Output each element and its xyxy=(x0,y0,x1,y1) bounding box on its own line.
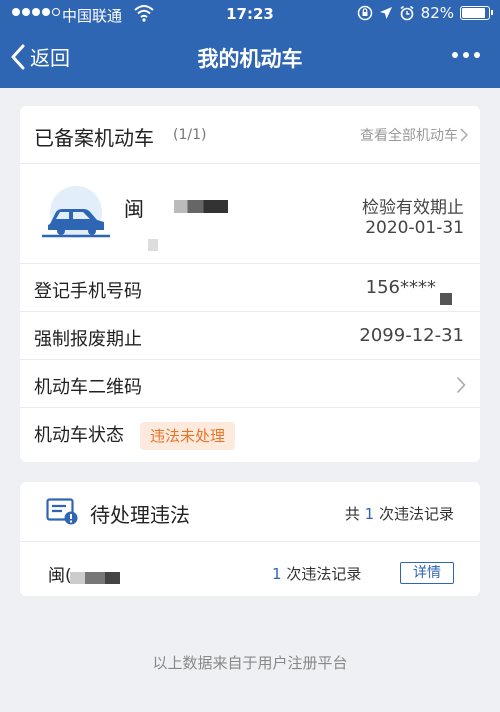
record-count: 1 次违法记录 xyxy=(272,565,362,583)
vehicle-status-label: 机动车状态 xyxy=(34,425,124,446)
back-label: 返回 xyxy=(30,46,70,70)
view-all-label: 查看全部机动车 xyxy=(360,128,458,144)
more-menu-button[interactable] xyxy=(452,52,480,58)
chevron-left-icon xyxy=(11,44,25,69)
battery-percent: 82% xyxy=(420,4,454,22)
phone-value: 156**** xyxy=(365,277,436,298)
redacted-plate-number xyxy=(174,200,228,213)
location-icon xyxy=(379,7,392,19)
qr-code-row[interactable]: 机动车二维码 xyxy=(20,360,480,408)
car-icon xyxy=(42,186,110,238)
vehicle-status-row: 机动车状态 违法未处理 xyxy=(20,408,480,456)
pending-violations-title: 待处理违法 xyxy=(90,503,190,527)
registered-vehicles-title: 已备案机动车 xyxy=(34,126,154,150)
detail-button[interactable]: 详情 xyxy=(400,562,454,584)
vehicle-summary[interactable]: 闽 检验有效期止 2020-01-31 xyxy=(20,164,480,264)
status-badge: 违法未处理 xyxy=(140,422,236,450)
rotation-lock-icon xyxy=(357,5,372,21)
scrap-date-value: 2099-12-31 xyxy=(359,325,464,346)
alarm-icon xyxy=(400,5,414,21)
scrap-date-row: 强制报废期止 2099-12-31 xyxy=(20,312,480,360)
data-source-note: 以上数据来自于用户注册平台 xyxy=(152,654,348,672)
status-bar: 中国联通 17:23 82% xyxy=(0,0,500,30)
scrap-date-label: 强制报废期止 xyxy=(34,329,142,350)
view-all-vehicles-link[interactable]: 查看全部机动车 xyxy=(360,125,468,145)
registered-vehicles-header: 已备案机动车 (1/1) 查看全部机动车 xyxy=(20,106,480,164)
redacted-record-plate xyxy=(70,572,120,584)
pending-violations-header: 待处理违法 共 1 次违法记录 xyxy=(20,482,480,542)
violation-record-row[interactable]: 闽( 1 次违法记录 详情 xyxy=(20,542,480,596)
vehicle-plate: 闽 xyxy=(124,197,144,221)
chevron-right-icon xyxy=(456,376,466,394)
back-button[interactable]: 返回 xyxy=(10,42,70,71)
app-header: 中国联通 17:23 82% 返回 我的机动车 xyxy=(0,0,500,88)
record-plate: 闽( xyxy=(48,566,72,586)
battery-icon xyxy=(460,6,493,20)
phone-label: 登记手机号码 xyxy=(34,281,142,302)
redacted-plate-fragment xyxy=(148,239,158,251)
inspection-label: 检验有效期止 xyxy=(362,198,464,218)
pending-violations-card: 待处理违法 共 1 次违法记录 闽( 1 次违法记录 详情 xyxy=(20,482,480,596)
inspection-date: 2020-01-31 xyxy=(365,218,464,238)
redacted-phone-digits xyxy=(440,293,452,305)
violation-total-count: 1 xyxy=(364,505,375,523)
registered-vehicles-card: 已备案机动车 (1/1) 查看全部机动车 闽 检验有效期止 2020-01-31… xyxy=(20,106,480,462)
violation-list-icon xyxy=(46,498,78,525)
chevron-right-icon xyxy=(460,128,468,142)
qr-code-label: 机动车二维码 xyxy=(34,377,142,398)
violation-total: 共 1 次违法记录 xyxy=(344,505,454,523)
navigation-bar: 返回 我的机动车 xyxy=(0,30,500,88)
registered-vehicles-count: (1/1) xyxy=(173,127,207,143)
page-title: 我的机动车 xyxy=(197,47,303,71)
phone-row: 登记手机号码 156**** xyxy=(20,264,480,312)
